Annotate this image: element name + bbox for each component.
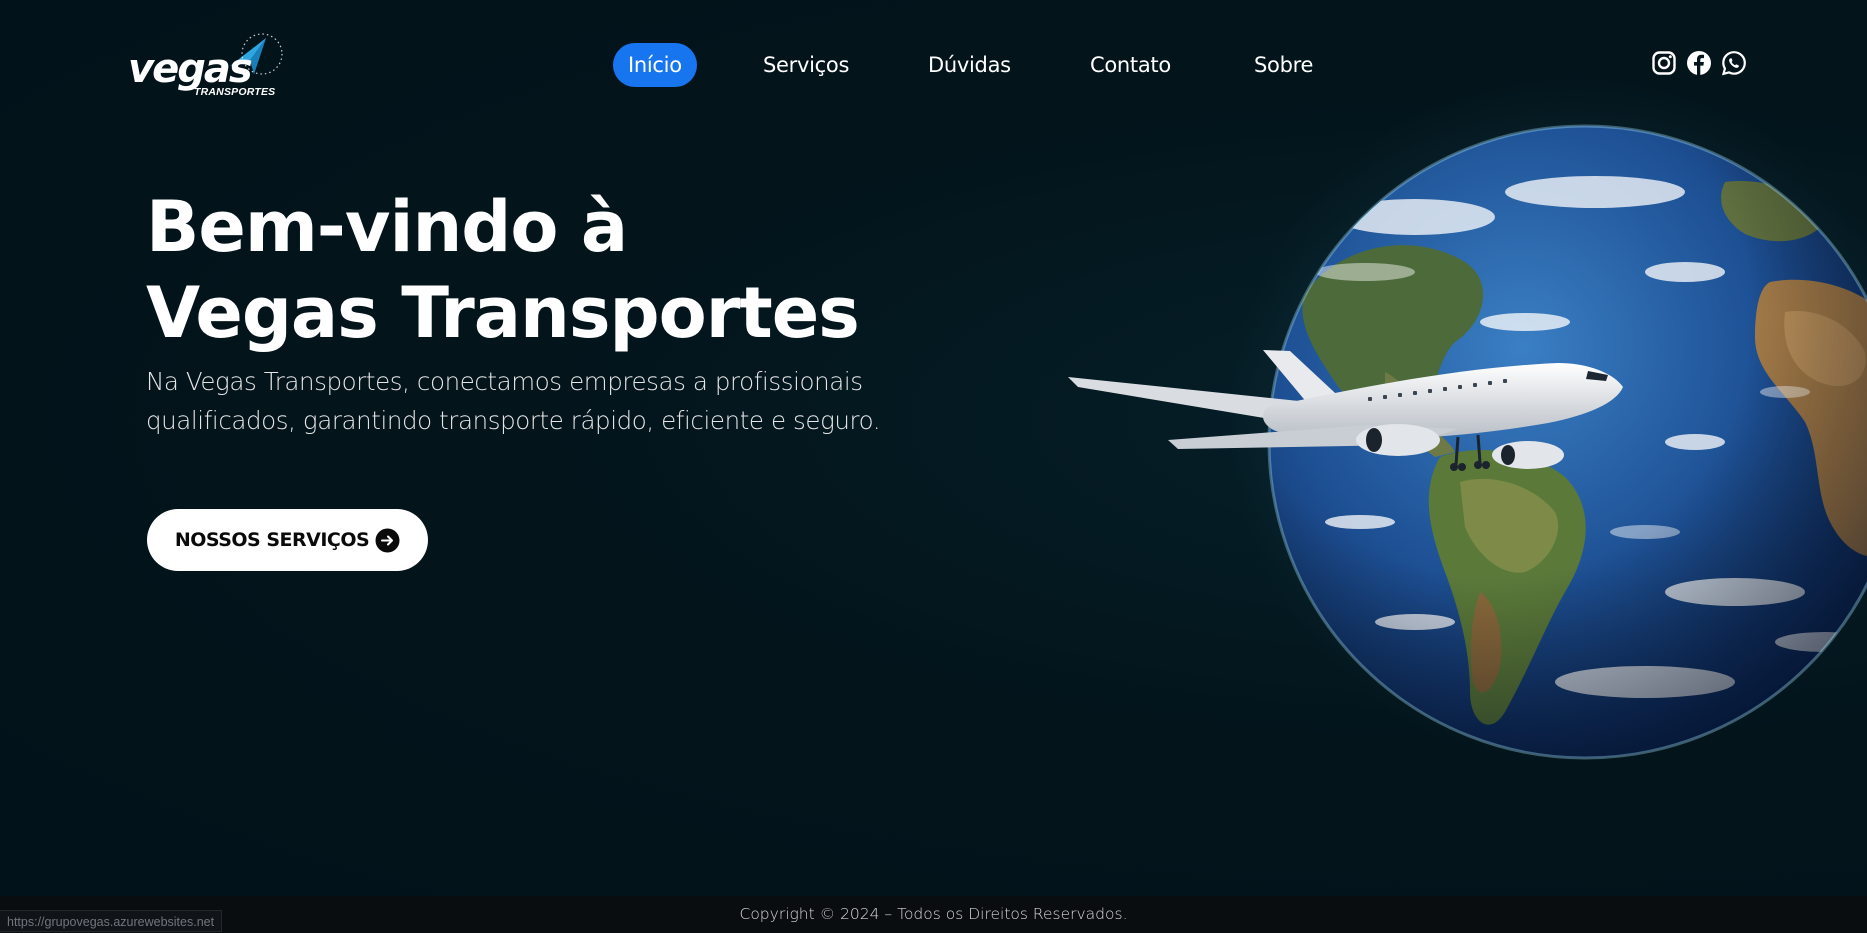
- arrow-right-circle-icon: [375, 528, 400, 552]
- landing-page: vegas TRANSPORTES Início Serviços Dúvida…: [0, 0, 1867, 933]
- browser-status-url: https://grupovegas.azurewebsites.net: [0, 910, 223, 932]
- cta-label: NOSSOS SERVIÇOS: [174, 529, 370, 551]
- facebook-icon[interactable]: [1686, 50, 1712, 76]
- hero-title-line-2: Vegas Transportes: [146, 272, 860, 354]
- nav-item-contato[interactable]: Contato: [1075, 43, 1186, 87]
- hero-title-line-1: Bem-vindo à: [146, 186, 628, 268]
- nossos-servicos-button[interactable]: NOSSOS SERVIÇOS: [147, 509, 428, 571]
- airplane-image: [1068, 350, 1623, 471]
- whatsapp-icon[interactable]: [1721, 50, 1747, 76]
- instagram-icon[interactable]: [1651, 50, 1677, 76]
- nav-item-sobre[interactable]: Sobre: [1239, 43, 1328, 87]
- nav-item-duvidas[interactable]: Dúvidas: [913, 43, 1026, 87]
- footer-copyright: Copyright © 2024 – Todos os Direitos Res…: [739, 905, 1128, 923]
- logo-subtitle: TRANSPORTES: [194, 86, 276, 98]
- nav-item-inicio[interactable]: Início: [613, 43, 697, 87]
- footer: Copyright © 2024 – Todos os Direitos Res…: [0, 896, 1867, 933]
- hero-description: Na Vegas Transportes, conectamos empresa…: [146, 367, 881, 435]
- hero-title: Bem-vindo à Vegas Transportes: [146, 184, 906, 356]
- nav-item-servicos[interactable]: Serviços: [748, 43, 864, 87]
